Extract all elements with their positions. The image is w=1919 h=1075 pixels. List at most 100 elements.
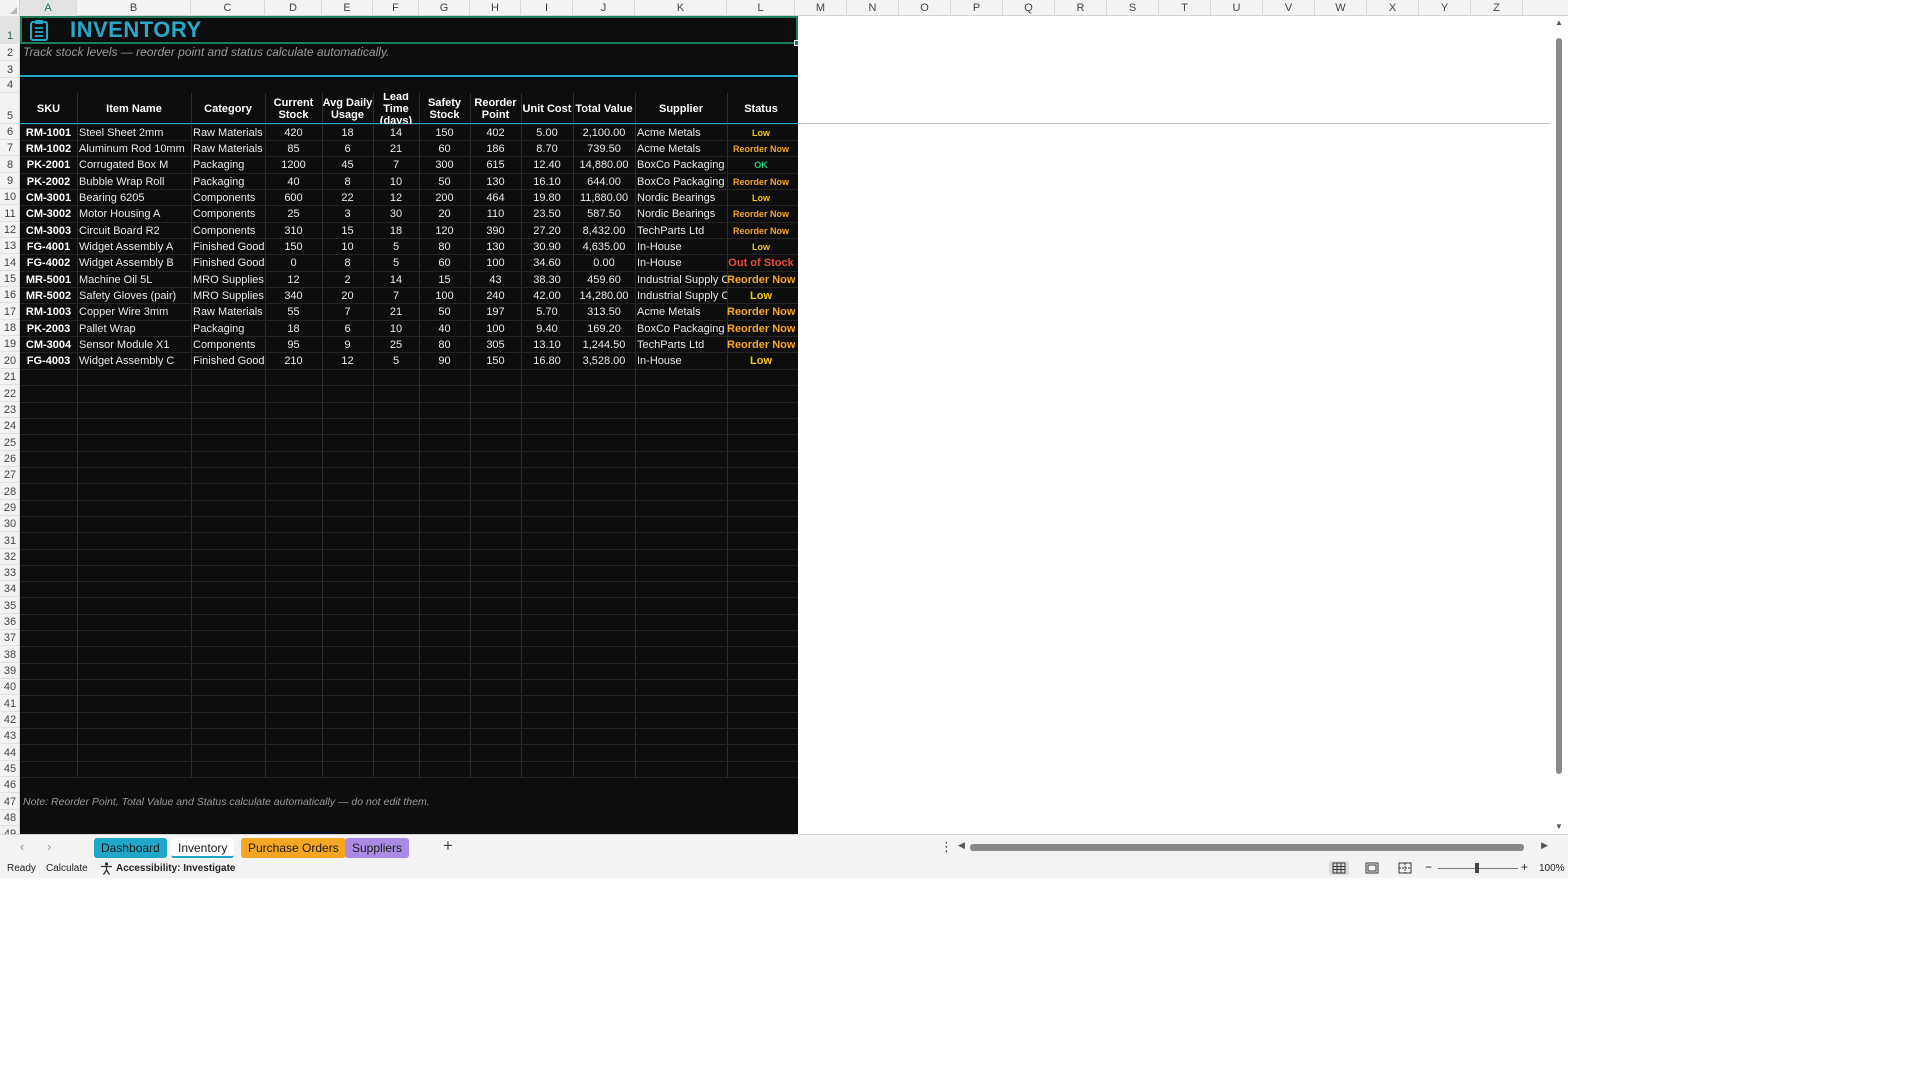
cell-supplier[interactable]: Industrial Supply Co	[635, 272, 727, 288]
row-header-40[interactable]: 40	[0, 679, 19, 696]
column-header-m[interactable]: M	[795, 0, 847, 16]
status-badge[interactable]: Low	[727, 288, 795, 304]
cell-value[interactable]: 14,880.00	[573, 157, 635, 173]
cell-stock[interactable]: 85	[265, 141, 322, 157]
column-header-c[interactable]: C	[191, 0, 265, 16]
cell-category[interactable]: Finished Goods	[191, 353, 265, 369]
cell-value[interactable]: 1,244.50	[573, 337, 635, 353]
next-sheet-icon[interactable]: ›	[47, 839, 51, 854]
row-header-32[interactable]: 32	[0, 549, 19, 565]
row-header-15[interactable]: 15	[0, 271, 19, 287]
column-header-r[interactable]: R	[1055, 0, 1107, 16]
row-header-14[interactable]: 14	[0, 254, 19, 271]
cell-category[interactable]: Components	[191, 337, 265, 353]
cell-reorder[interactable]: 402	[470, 125, 521, 141]
cell-sku[interactable]: RM-1001	[20, 125, 77, 141]
row-header-46[interactable]: 46	[0, 777, 19, 794]
cell-supplier[interactable]: BoxCo Packaging	[635, 157, 727, 173]
column-header-d[interactable]: D	[265, 0, 322, 16]
horizontal-scrollbar[interactable]: ◀ ▶	[958, 840, 1548, 854]
status-badge[interactable]: Reorder Now	[727, 141, 795, 157]
column-header-o[interactable]: O	[899, 0, 951, 16]
row-header-37[interactable]: 37	[0, 630, 19, 647]
column-header-t[interactable]: T	[1159, 0, 1211, 16]
cell-usage[interactable]: 10	[322, 239, 373, 255]
cell-lead[interactable]: 7	[373, 288, 419, 304]
row-header-20[interactable]: 20	[0, 352, 19, 369]
row-header-39[interactable]: 39	[0, 663, 19, 680]
cell-sku[interactable]: CM-3002	[20, 206, 77, 222]
cell-cost[interactable]: 12.40	[521, 157, 573, 173]
cell-stock[interactable]: 420	[265, 125, 322, 141]
column-header-j[interactable]: J	[573, 0, 635, 16]
cell-sku[interactable]: FG-4003	[20, 353, 77, 369]
cell-value[interactable]: 313.50	[573, 304, 635, 320]
row-header-16[interactable]: 16	[0, 287, 19, 303]
scroll-left-icon[interactable]: ◀	[958, 840, 965, 851]
cell-lead[interactable]: 21	[373, 141, 419, 157]
zoom-out-icon[interactable]: −	[1425, 860, 1432, 874]
status-badge[interactable]: Low	[727, 125, 795, 141]
cell-safety[interactable]: 40	[419, 321, 470, 337]
column-header-y[interactable]: Y	[1419, 0, 1471, 16]
cell-lead[interactable]: 14	[373, 125, 419, 141]
cell-name[interactable]: Circuit Board R2	[77, 223, 191, 239]
cell-stock[interactable]: 0	[265, 255, 322, 271]
row-header-48[interactable]: 48	[0, 810, 19, 826]
cell-safety[interactable]: 60	[419, 141, 470, 157]
cell-safety[interactable]: 60	[419, 255, 470, 271]
cell-supplier[interactable]: Acme Metals	[635, 304, 727, 320]
cell-supplier[interactable]: Nordic Bearings	[635, 206, 727, 222]
cell-name[interactable]: Machine Oil 5L	[77, 272, 191, 288]
cell-reorder[interactable]: 240	[470, 288, 521, 304]
cell-value[interactable]: 14,280.00	[573, 288, 635, 304]
cell-usage[interactable]: 9	[322, 337, 373, 353]
row-header-22[interactable]: 22	[0, 385, 19, 402]
cell-name[interactable]: Steel Sheet 2mm	[77, 125, 191, 141]
cell-cost[interactable]: 19.80	[521, 190, 573, 206]
cell-usage[interactable]: 2	[322, 272, 373, 288]
cell-cost[interactable]: 27.20	[521, 223, 573, 239]
row-header-35[interactable]: 35	[0, 597, 19, 614]
cell-value[interactable]: 4,635.00	[573, 239, 635, 255]
cell-reorder[interactable]: 186	[470, 141, 521, 157]
cell-category[interactable]: Finished Goods	[191, 255, 265, 271]
cell-safety[interactable]: 80	[419, 337, 470, 353]
cell-safety[interactable]: 80	[419, 239, 470, 255]
cell-usage[interactable]: 15	[322, 223, 373, 239]
row-header-5[interactable]: 5	[0, 93, 19, 124]
status-badge[interactable]: Reorder Now	[727, 223, 795, 239]
cell-sku[interactable]: FG-4002	[20, 255, 77, 271]
cell-cost[interactable]: 38.30	[521, 272, 573, 288]
cell-category[interactable]: Raw Materials	[191, 304, 265, 320]
column-header-l[interactable]: L	[727, 0, 795, 16]
cell-name[interactable]: Widget Assembly B	[77, 255, 191, 271]
column-header-k[interactable]: K	[635, 0, 727, 16]
cell-value[interactable]: 587.50	[573, 206, 635, 222]
zoom-slider-thumb[interactable]	[1475, 863, 1479, 873]
row-header-44[interactable]: 44	[0, 744, 19, 761]
cell-name[interactable]: Pallet Wrap	[77, 321, 191, 337]
cell-lead[interactable]: 25	[373, 337, 419, 353]
row-header-17[interactable]: 17	[0, 303, 19, 320]
cell-value[interactable]: 3,528.00	[573, 353, 635, 369]
cell-cost[interactable]: 42.00	[521, 288, 573, 304]
column-header-z[interactable]: Z	[1471, 0, 1523, 16]
row-header-7[interactable]: 7	[0, 140, 19, 156]
zoom-in-icon[interactable]: +	[1521, 860, 1528, 874]
cell-cost[interactable]: 5.00	[521, 125, 573, 141]
row-header-4[interactable]: 4	[0, 78, 19, 93]
more-options-icon[interactable]: ⋮	[940, 839, 953, 855]
cell-name[interactable]: Sensor Module X1	[77, 337, 191, 353]
column-header-i[interactable]: I	[521, 0, 573, 16]
cell-cost[interactable]: 8.70	[521, 141, 573, 157]
cell-name[interactable]: Copper Wire 3mm	[77, 304, 191, 320]
row-header-8[interactable]: 8	[0, 156, 19, 173]
cell-name[interactable]: Bubble Wrap Roll	[77, 174, 191, 190]
cell-safety[interactable]: 50	[419, 304, 470, 320]
row-header-6[interactable]: 6	[0, 124, 19, 140]
cell-sku[interactable]: MR-5001	[20, 272, 77, 288]
cell-sku[interactable]: CM-3003	[20, 223, 77, 239]
status-badge[interactable]: Reorder Now	[727, 337, 795, 353]
row-header-13[interactable]: 13	[0, 238, 19, 254]
